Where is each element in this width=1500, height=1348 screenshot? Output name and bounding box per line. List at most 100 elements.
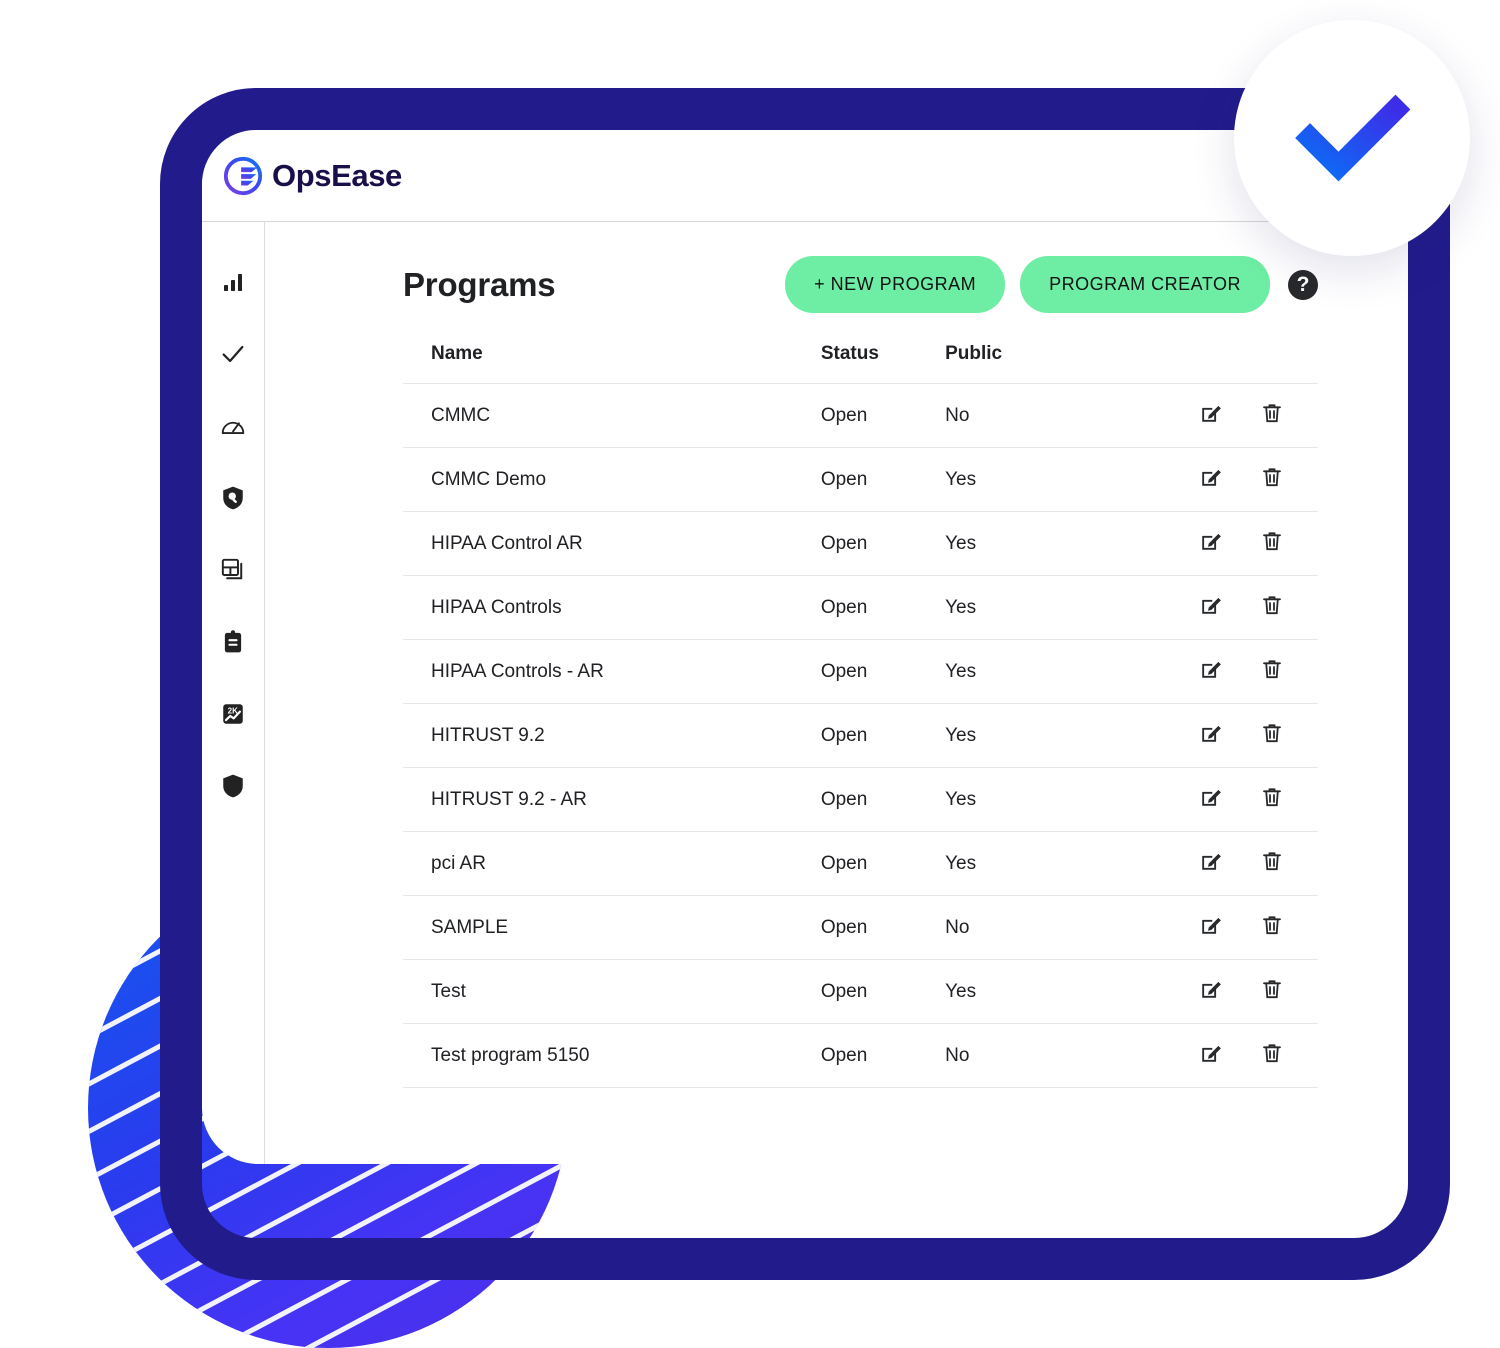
cell-status: Open <box>820 639 946 704</box>
cell-public: No <box>945 383 1141 448</box>
cell-public: Yes <box>945 767 1141 832</box>
trash-icon[interactable] <box>1260 785 1284 815</box>
edit-icon[interactable] <box>1199 400 1224 431</box>
brand-logo[interactable]: OpsEase <box>222 155 402 197</box>
new-program-button[interactable]: + NEW PROGRAM <box>785 256 1006 313</box>
cell-status: Open <box>820 703 946 768</box>
cell-status: Open <box>820 383 946 448</box>
success-check-badge <box>1234 20 1470 256</box>
table-row: CMMC Open No <box>403 383 1318 448</box>
edit-icon[interactable] <box>1199 848 1224 879</box>
sidebar-item-dashboard[interactable] <box>202 246 265 318</box>
check-icon <box>219 340 247 368</box>
sidebar-item-security[interactable] <box>202 750 265 822</box>
sidebar-item-tasks[interactable] <box>202 318 265 390</box>
cell-public: Yes <box>945 639 1141 704</box>
table-row: HIPAA Controls Open Yes <box>403 575 1318 640</box>
table-row: Test program 5150 Open No <box>403 1023 1318 1088</box>
cell-status: Open <box>820 767 946 832</box>
cell-actions <box>1140 1023 1318 1088</box>
cell-actions <box>1140 767 1318 832</box>
table-header-row: Name Status Public <box>403 343 1318 384</box>
cell-status: Open <box>820 831 946 896</box>
trash-icon[interactable] <box>1260 657 1284 687</box>
cell-program-name: HIPAA Controls - AR <box>403 639 821 704</box>
trash-icon[interactable] <box>1260 1041 1284 1071</box>
table-head: Name Status Public <box>403 343 1318 384</box>
analytics-2k-icon: 2K <box>220 701 246 727</box>
cell-actions <box>1140 511 1318 576</box>
column-header-status: Status <box>820 343 879 364</box>
edit-icon[interactable] <box>1199 976 1224 1007</box>
column-header-name: Name <box>431 343 483 364</box>
cell-program-name: pci AR <box>403 831 821 896</box>
cell-actions <box>1140 383 1318 448</box>
trash-icon[interactable] <box>1260 913 1284 943</box>
page-title: Programs <box>403 265 556 303</box>
edit-icon[interactable] <box>1199 1040 1224 1071</box>
trash-icon[interactable] <box>1260 977 1284 1007</box>
cell-actions <box>1140 447 1318 512</box>
sidebar-item-performance[interactable] <box>202 390 265 462</box>
trash-icon[interactable] <box>1260 593 1284 623</box>
page-header: Programs + NEW PROGRAM PROGRAM CREATOR ? <box>265 222 1408 313</box>
gauge-icon <box>220 413 246 439</box>
cell-program-name: HIPAA Control AR <box>403 511 821 576</box>
cell-public: Yes <box>945 511 1141 576</box>
table-row: HIPAA Controls - AR Open Yes <box>403 639 1318 704</box>
edit-icon[interactable] <box>1199 912 1224 943</box>
cell-program-name: HIPAA Controls <box>403 575 821 640</box>
cell-status: Open <box>820 575 946 640</box>
app-window: OpsEase 2K Programs + NEW PROGRAM PROGRA… <box>202 130 1408 1164</box>
cell-actions <box>1140 575 1318 640</box>
opsease-circle-logo-icon <box>223 156 263 195</box>
trash-icon[interactable] <box>1260 529 1284 559</box>
edit-icon[interactable] <box>1199 720 1224 751</box>
help-icon[interactable]: ? <box>1288 269 1318 300</box>
program-creator-button[interactable]: PROGRAM CREATOR <box>1020 256 1270 313</box>
edit-icon[interactable] <box>1199 592 1224 623</box>
cell-status: Open <box>820 511 946 576</box>
programs-table: Name Status Public CMMC Open No CMMC Demo Op… <box>403 343 1318 1088</box>
cell-actions <box>1140 895 1318 960</box>
clipboard-icon <box>220 629 246 655</box>
trash-icon[interactable] <box>1260 721 1284 751</box>
table-row: HIPAA Control AR Open Yes <box>403 511 1318 576</box>
cell-status: Open <box>820 447 946 512</box>
cell-program-name: Test program 5150 <box>403 1023 821 1088</box>
table-row: pci AR Open Yes <box>403 831 1318 896</box>
sidebar-item-reports[interactable] <box>202 534 265 606</box>
edit-icon[interactable] <box>1199 528 1224 559</box>
cell-public: No <box>945 895 1141 960</box>
cell-program-name: HITRUST 9.2 <box>403 703 821 768</box>
cell-program-name: Test <box>403 959 821 1024</box>
cell-status: Open <box>820 959 946 1024</box>
cell-program-name: SAMPLE <box>403 895 821 960</box>
cell-public: Yes <box>945 831 1141 896</box>
table-row: SAMPLE Open No <box>403 895 1318 960</box>
cell-public: Yes <box>945 703 1141 768</box>
shield-icon <box>220 773 246 799</box>
cell-actions <box>1140 703 1318 768</box>
column-header-actions <box>1140 343 1318 384</box>
sidebar-item-policies[interactable] <box>202 606 265 678</box>
table-row: CMMC Demo Open Yes <box>403 447 1318 512</box>
edit-icon[interactable] <box>1199 464 1224 495</box>
cell-public: Yes <box>945 447 1141 512</box>
trash-icon[interactable] <box>1260 849 1284 879</box>
sidebar-item-analytics[interactable]: 2K <box>202 678 265 750</box>
edit-icon[interactable] <box>1199 656 1224 687</box>
trash-icon[interactable] <box>1260 465 1284 495</box>
bar-chart-icon <box>221 270 245 294</box>
sidebar-item-assessments[interactable] <box>202 462 265 534</box>
trash-icon[interactable] <box>1260 401 1284 431</box>
table-body: CMMC Open No CMMC Demo Open Yes HIPAA Control … <box>403 383 1318 1088</box>
cell-actions <box>1140 831 1318 896</box>
cell-program-name: HITRUST 9.2 - AR <box>403 767 821 832</box>
edit-icon[interactable] <box>1199 784 1224 815</box>
blue-checkmark-icon <box>1295 94 1411 182</box>
main-content: Programs + NEW PROGRAM PROGRAM CREATOR ?… <box>265 222 1408 1164</box>
cell-public: No <box>945 1023 1141 1088</box>
cell-status: Open <box>820 1023 946 1088</box>
layout-grid-icon <box>220 557 246 583</box>
